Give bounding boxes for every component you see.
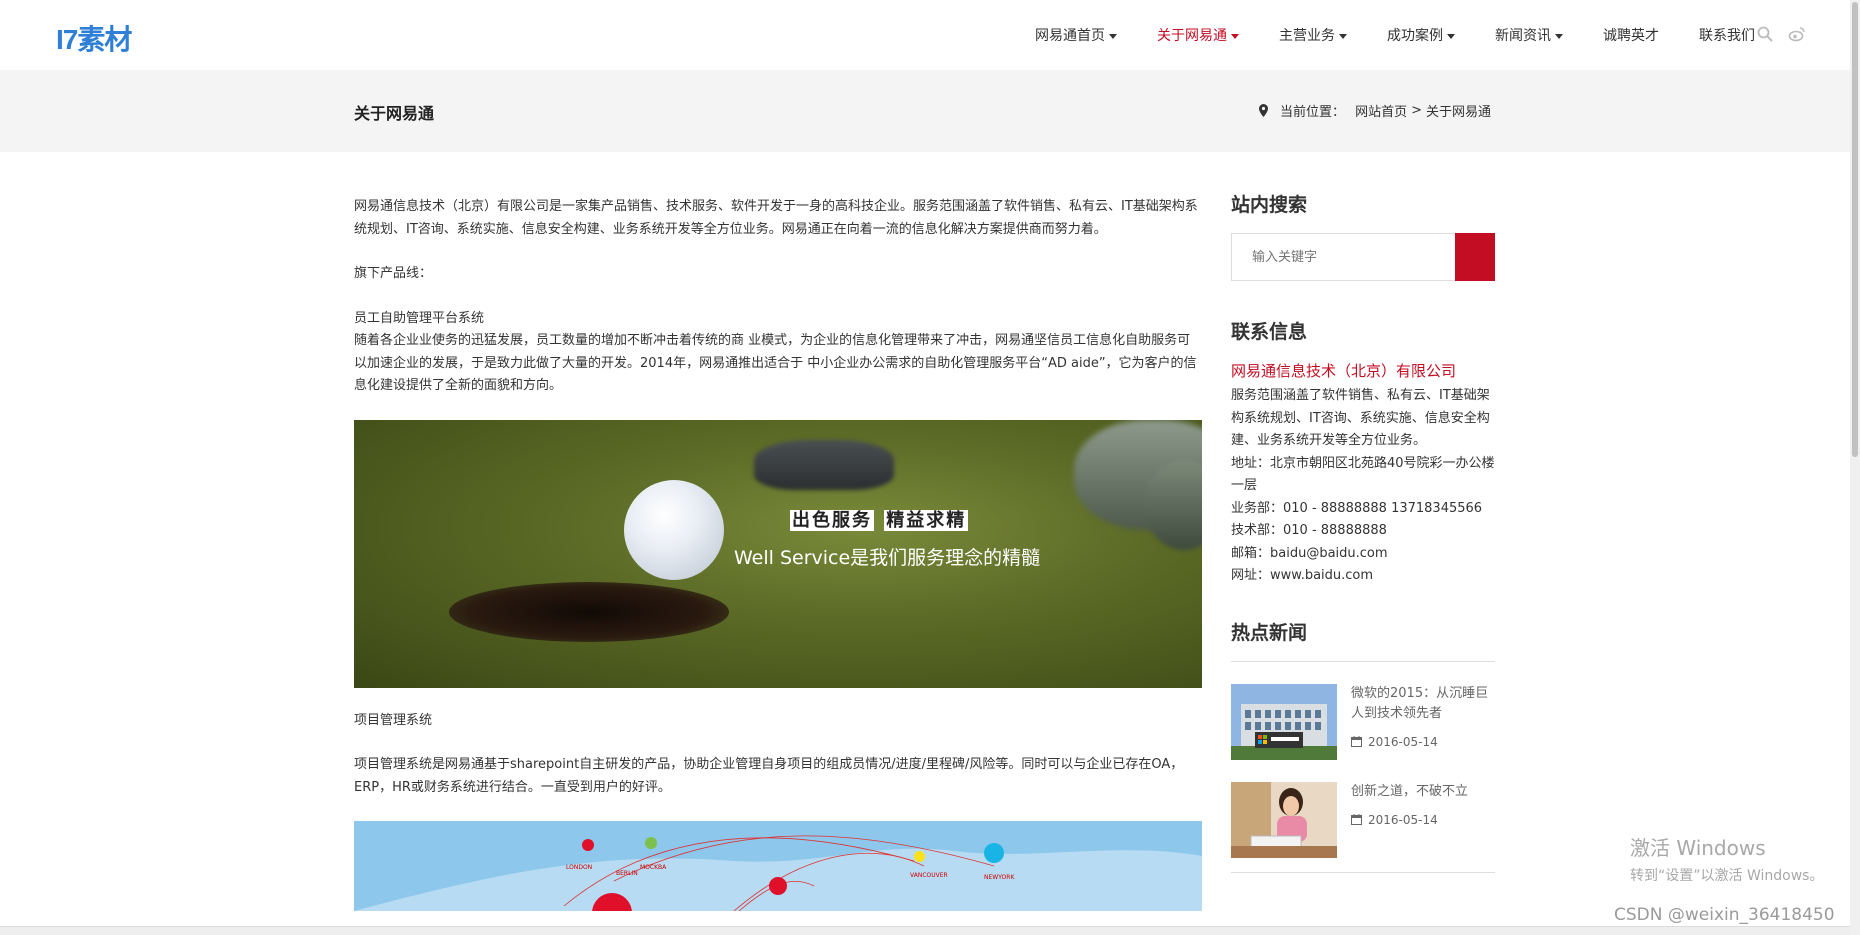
main-nav: 网易通首页 关于网易通 主营业务 成功案例 新闻资讯 诚聘英才 联系我们 [995, 0, 1755, 70]
banner-subtitle: Well Service是我们服务理念的精髓 [734, 546, 1041, 569]
news-title[interactable]: 微软的2015：从沉睡巨人到技术领先者 [1351, 684, 1495, 724]
breadcrumb-label: 当前位置： [1280, 105, 1346, 120]
calendar-icon [1351, 736, 1362, 747]
nav-item-news[interactable]: 新闻资讯 [1495, 25, 1563, 45]
contact-services: 服务范围涵盖了软件销售、私有云、IT基础架构系统规划、IT咨询、系统实施、信息安… [1231, 388, 1490, 448]
world-map-graphic [354, 835, 1202, 911]
news-text: 创新之道，不破不立 2016-05-14 [1351, 782, 1468, 858]
search-icon[interactable] [1756, 25, 1774, 43]
product1-description: 随着各企业业使务的迅猛发展，员工数量的增加不断冲击着传统的商 业模式，为企业的信… [354, 333, 1197, 393]
map-marker [769, 877, 787, 895]
hot-news-section: 热点新闻 微软的2015：从沉睡巨人到技术领先者 2016-05-14 创新之道… [1231, 618, 1495, 873]
site-logo[interactable]: I7素材 [56, 18, 132, 58]
csdn-watermark: CSDN @weixin_36418450 [1614, 905, 1835, 925]
site-header: I7素材 网易通首页 关于网易通 主营业务 成功案例 新闻资讯 诚聘英才 联系我… [0, 0, 1850, 70]
product2-title: 项目管理系统 [354, 712, 433, 728]
map-marker [984, 843, 1004, 863]
site-search [1231, 233, 1495, 281]
news-item[interactable]: 微软的2015：从沉睡巨人到技术领先者 2016-05-14 [1231, 662, 1495, 760]
sidebar: 站内搜索 联系信息 网易通信息技术（北京）有限公司 服务范围涵盖了软件销售、私有… [1231, 190, 1495, 873]
golf-hole-graphic [449, 581, 729, 642]
nav-item-jobs[interactable]: 诚聘英才 [1603, 25, 1659, 45]
contact-business-phone: 业务部：010 - 88888888 13718345566 [1231, 500, 1483, 516]
nav-item-home[interactable]: 网易通首页 [1035, 25, 1117, 45]
activate-subtitle: 转到“设置”以激活 Windows。 [1630, 868, 1824, 884]
news-thumbnail[interactable] [1231, 781, 1337, 858]
map-city-label: LONDON [566, 864, 593, 871]
intro-paragraph: 网易通信息技术（北京）有限公司是一家集产品销售、技术服务、软件开发于一身的高科技… [354, 199, 1198, 237]
search-input[interactable] [1231, 233, 1455, 281]
contact-address: 地址：北京市朝阳区北苑路40号院彩一办公楼一层 [1231, 455, 1495, 494]
breadcrumb-home-link[interactable]: 网站首页 [1355, 101, 1407, 120]
scrollbar-thumb[interactable] [1852, 2, 1858, 457]
golf-banner-image: 出色服务 精益求精 Well Service是我们服务理念的精髓 [354, 419, 1202, 688]
company-name: 网易通信息技术（北京）有限公司 [1231, 362, 1457, 380]
breadcrumb-separator: > [1411, 103, 1422, 118]
search-heading: 站内搜索 [1231, 194, 1308, 216]
products-heading: 旗下产品线： [354, 266, 433, 281]
map-city-label: VANCOUVER [910, 872, 948, 879]
search-button[interactable] [1455, 233, 1495, 281]
golf-ball-graphic [624, 479, 724, 580]
news-text: 微软的2015：从沉睡巨人到技术领先者 2016-05-14 [1351, 684, 1495, 760]
news-thumbnail[interactable] [1231, 683, 1337, 760]
product1-title: 员工自助管理平台系统 [354, 310, 485, 326]
page-title: 关于网易通 [354, 104, 435, 123]
breadcrumb: 当前位置： 网站首页 > 关于网易通 [1259, 101, 1495, 120]
contact-website: 网址：www.baidu.com [1231, 568, 1374, 583]
news-date: 2016-05-14 [1351, 732, 1495, 752]
map-city-label: BERLIN [616, 870, 638, 877]
caret-down-icon [1447, 33, 1455, 39]
nav-item-contact[interactable]: 联系我们 [1699, 25, 1755, 45]
map-marker [582, 839, 594, 851]
vertical-scrollbar[interactable] [1850, 0, 1860, 935]
activate-title: 激活 Windows [1630, 836, 1766, 860]
weibo-icon[interactable] [1788, 25, 1806, 43]
caret-down-icon [1339, 33, 1347, 39]
caret-down-icon [1555, 33, 1563, 39]
calendar-icon [1351, 814, 1362, 825]
contact-email: 邮箱：baidu@baidu.com [1231, 545, 1388, 561]
caret-down-icon [1109, 33, 1117, 39]
breadcrumb-current: 关于网易通 [1425, 105, 1491, 120]
contact-heading: 联系信息 [1231, 321, 1308, 343]
news-date: 2016-05-14 [1351, 810, 1468, 830]
caret-down-icon [1231, 33, 1239, 39]
map-city-label: NEWYORK [984, 874, 1015, 881]
contact-details: 服务范围涵盖了软件销售、私有云、IT基础架构系统规划、IT咨询、系统实施、信息安… [1231, 385, 1495, 588]
nav-item-about[interactable]: 关于网易通 [1157, 25, 1239, 45]
map-pin-icon [1259, 104, 1269, 117]
windows-activation-watermark: 激活 Windows 转到“设置”以激活 Windows。 [1630, 832, 1823, 885]
banner-decoration [754, 439, 894, 490]
map-marker [645, 837, 657, 849]
divider [1231, 871, 1495, 873]
news-item[interactable]: 创新之道，不破不立 2016-05-14 [1231, 760, 1495, 858]
world-map-image: LONDON MOCKBA BERLIN VANCOUVER NEWYORK [354, 821, 1202, 911]
nav-item-business[interactable]: 主营业务 [1279, 25, 1347, 45]
contact-tech-phone: 技术部：010 - 88888888 [1231, 523, 1387, 538]
page: I7素材 网易通首页 关于网易通 主营业务 成功案例 新闻资讯 诚聘英才 联系我… [0, 0, 1860, 935]
nav-item-cases[interactable]: 成功案例 [1387, 25, 1455, 45]
product2-description: 项目管理系统是网易通基于sharepoint自主研发的产品，协助企业管理自身项目… [354, 757, 1184, 795]
bottom-strip [0, 926, 1850, 935]
contact-section: 联系信息 网易通信息技术（北京）有限公司 服务范围涵盖了软件销售、私有云、IT基… [1231, 317, 1495, 588]
banner-slogan: 出色服务 精益求精 [790, 509, 969, 531]
news-title[interactable]: 创新之道，不破不立 [1351, 782, 1468, 802]
main-content: 网易通信息技术（北京）有限公司是一家集产品销售、技术服务、软件开发于一身的高科技… [354, 196, 1202, 911]
map-city-label: MOCKBA [640, 864, 667, 871]
news-thumbnail-graphic [1231, 683, 1337, 760]
news-thumbnail-graphic [1231, 781, 1337, 858]
page-title-bar: 关于网易通 当前位置： 网站首页 > 关于网易通 [0, 70, 1850, 152]
hot-news-heading: 热点新闻 [1231, 621, 1308, 644]
map-marker [914, 851, 925, 862]
